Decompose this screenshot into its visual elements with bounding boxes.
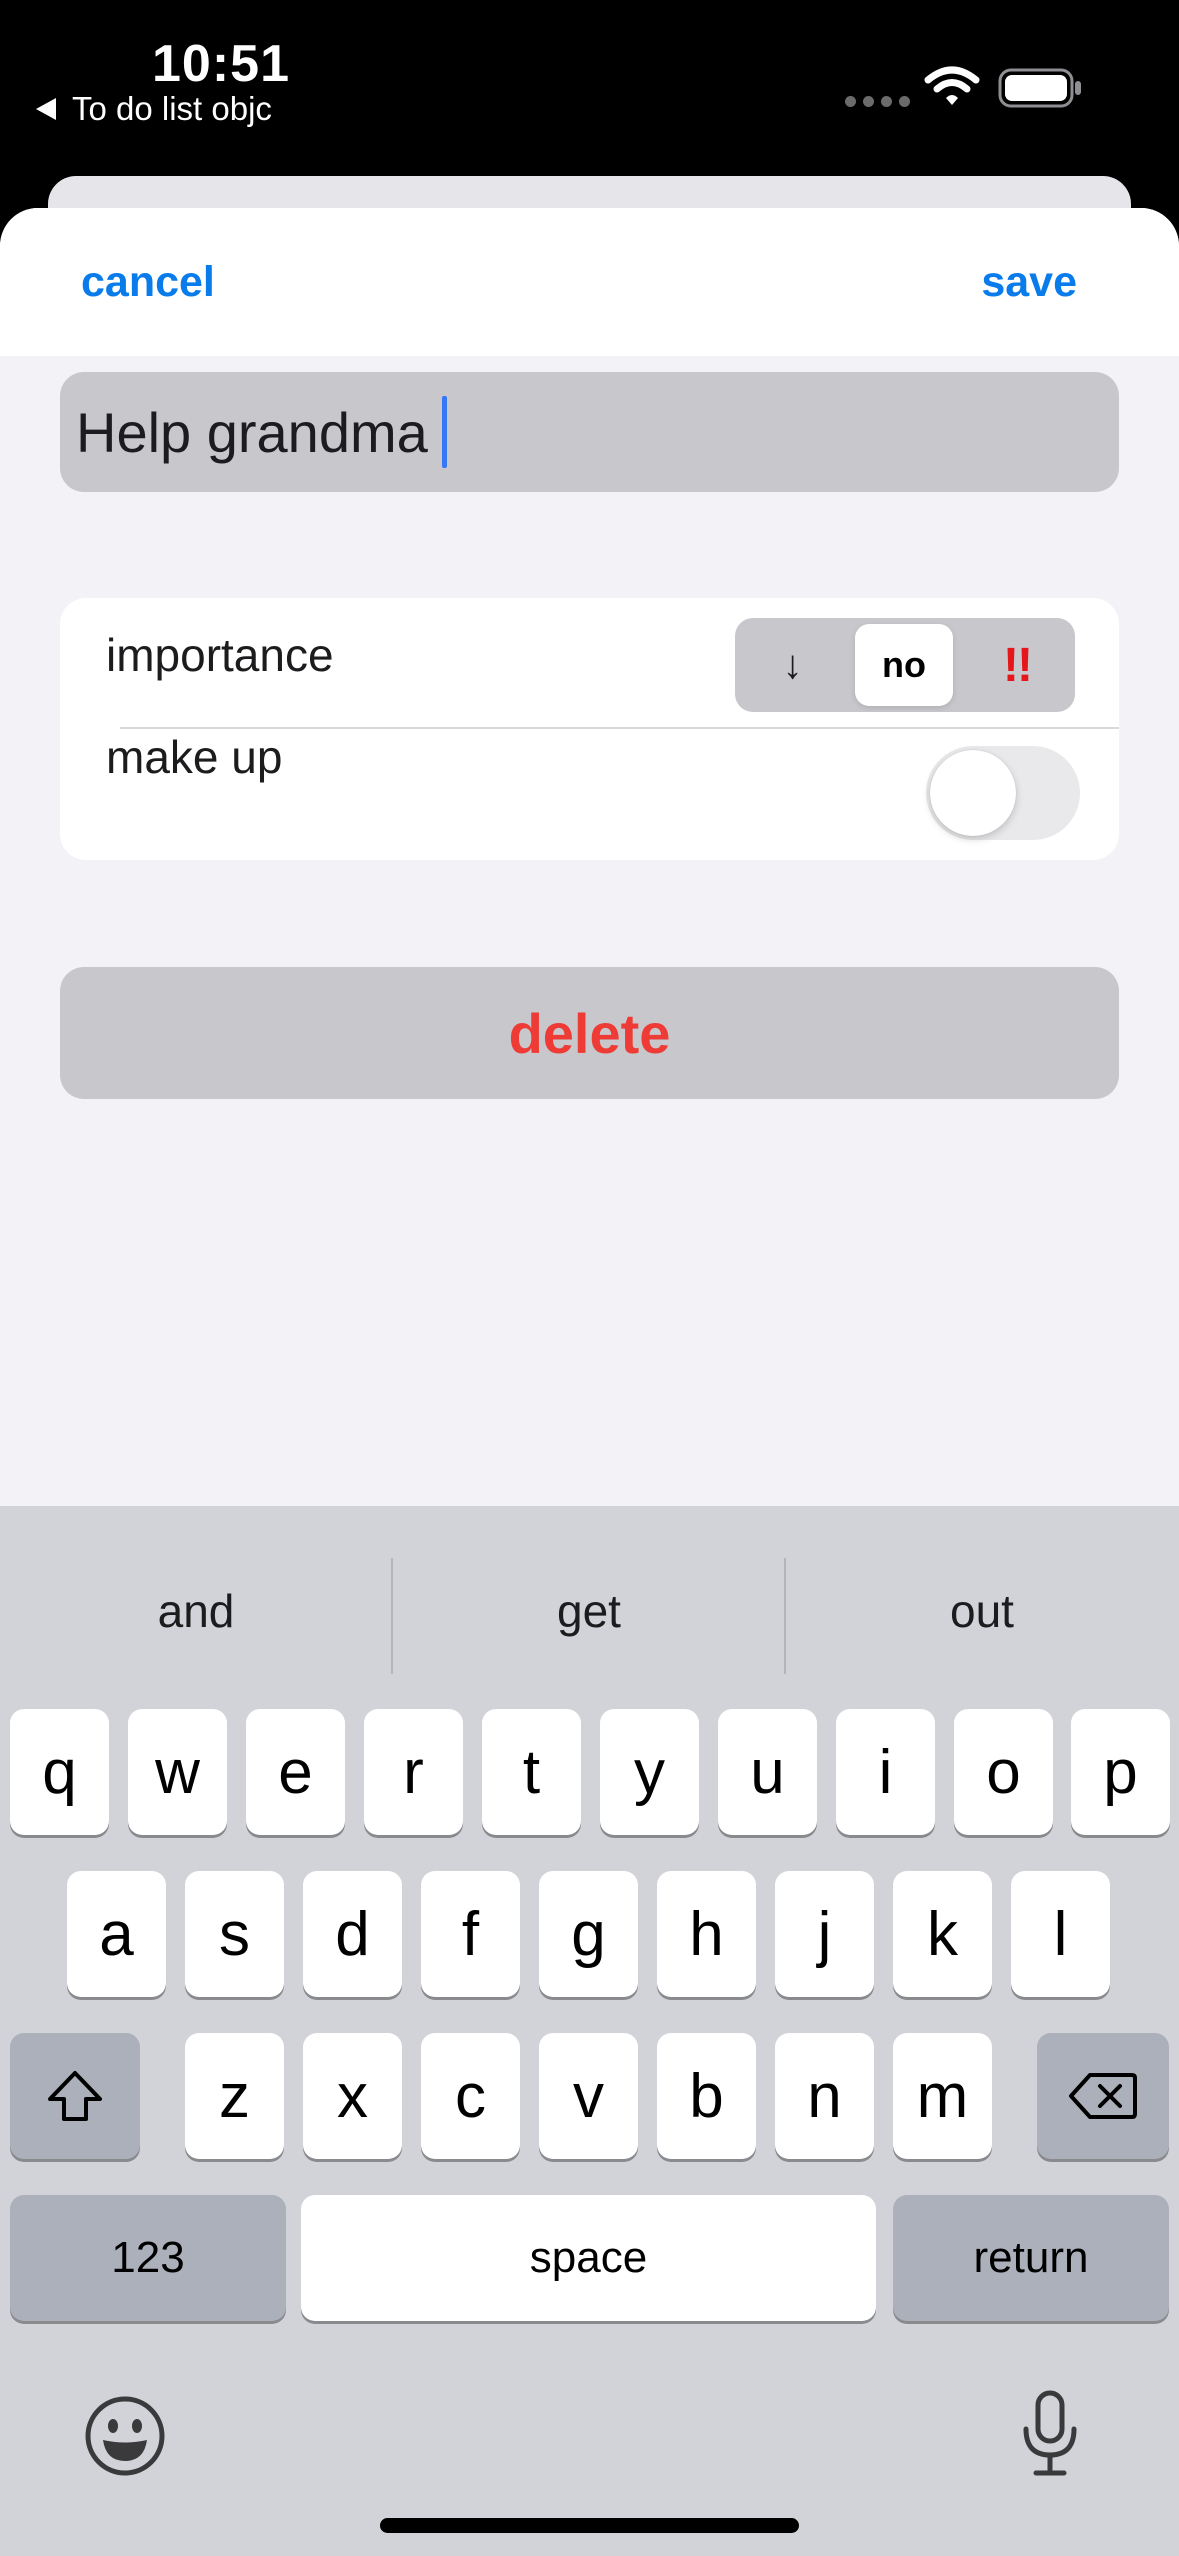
shift-icon (48, 2071, 102, 2121)
key-z[interactable]: z (185, 2033, 284, 2159)
key-a[interactable]: a (67, 1871, 166, 1997)
key-l[interactable]: l (1011, 1871, 1110, 1997)
emoji-icon[interactable] (84, 2395, 166, 2477)
importance-segmented-control[interactable]: ↓ no !! (735, 618, 1075, 712)
back-arrow-icon (36, 98, 56, 120)
key-r[interactable]: r (364, 1709, 463, 1835)
task-title-input[interactable]: Help grandma (60, 372, 1119, 492)
back-to-app-link[interactable]: To do list objc (36, 90, 272, 128)
prediction-item[interactable]: and (0, 1546, 392, 1676)
makeup-label: make up (106, 731, 283, 783)
key-v[interactable]: v (539, 2033, 638, 2159)
battery-icon (998, 68, 1081, 108)
save-button[interactable]: save (981, 258, 1077, 307)
key-j[interactable]: j (775, 1871, 874, 1997)
key-e[interactable]: e (246, 1709, 345, 1835)
key-d[interactable]: d (303, 1871, 402, 1997)
importance-low-segment[interactable]: ↓ (735, 618, 850, 712)
settings-card: importance ↓ no !! make up (60, 598, 1119, 860)
mic-icon[interactable] (1018, 2389, 1082, 2479)
key-n[interactable]: n (775, 2033, 874, 2159)
importance-high-segment[interactable]: !! (959, 618, 1075, 712)
row-divider (120, 727, 1119, 729)
toggle-knob (930, 750, 1016, 836)
key-b[interactable]: b (657, 2033, 756, 2159)
key-t[interactable]: t (482, 1709, 581, 1835)
text-cursor (441, 396, 447, 468)
key-i[interactable]: i (836, 1709, 935, 1835)
key-y[interactable]: y (600, 1709, 699, 1835)
nav-bar: cancel save (0, 208, 1179, 356)
return-key[interactable]: return (893, 2195, 1169, 2321)
key-w[interactable]: w (128, 1709, 227, 1835)
delete-key-icon (1069, 2073, 1137, 2119)
importance-label: importance (106, 629, 334, 681)
key-x[interactable]: x (303, 2033, 402, 2159)
delete-key[interactable] (1037, 2033, 1169, 2159)
prediction-item[interactable]: get (393, 1546, 785, 1676)
status-bar: 10:51 To do list objc (0, 0, 1179, 180)
space-key[interactable]: space (301, 2195, 876, 2321)
makeup-toggle[interactable] (926, 746, 1080, 840)
task-title-text: Help grandma (76, 400, 428, 464)
numbers-key[interactable]: 123 (10, 2195, 286, 2321)
delete-button[interactable]: delete (60, 967, 1119, 1099)
home-indicator (380, 2518, 799, 2533)
prediction-bar: and get out (0, 1546, 1179, 1676)
importance-none-segment[interactable]: no (855, 624, 953, 706)
shift-key[interactable] (10, 2033, 140, 2159)
key-f[interactable]: f (421, 1871, 520, 1997)
key-s[interactable]: s (185, 1871, 284, 1997)
prediction-item[interactable]: out (786, 1546, 1178, 1676)
key-k[interactable]: k (893, 1871, 992, 1997)
cancel-button[interactable]: cancel (81, 258, 215, 307)
status-time: 10:51 (152, 35, 290, 93)
key-c[interactable]: c (421, 2033, 520, 2159)
key-p[interactable]: p (1071, 1709, 1170, 1835)
key-h[interactable]: h (657, 1871, 756, 1997)
back-app-label: To do list objc (72, 90, 272, 127)
key-q[interactable]: q (10, 1709, 109, 1835)
key-u[interactable]: u (718, 1709, 817, 1835)
key-o[interactable]: o (954, 1709, 1053, 1835)
key-g[interactable]: g (539, 1871, 638, 1997)
signal-icon (845, 96, 910, 107)
wifi-icon (924, 66, 980, 105)
keyboard: and get out q w e r t y u i o p a s d f … (0, 1506, 1179, 2556)
key-m[interactable]: m (893, 2033, 992, 2159)
